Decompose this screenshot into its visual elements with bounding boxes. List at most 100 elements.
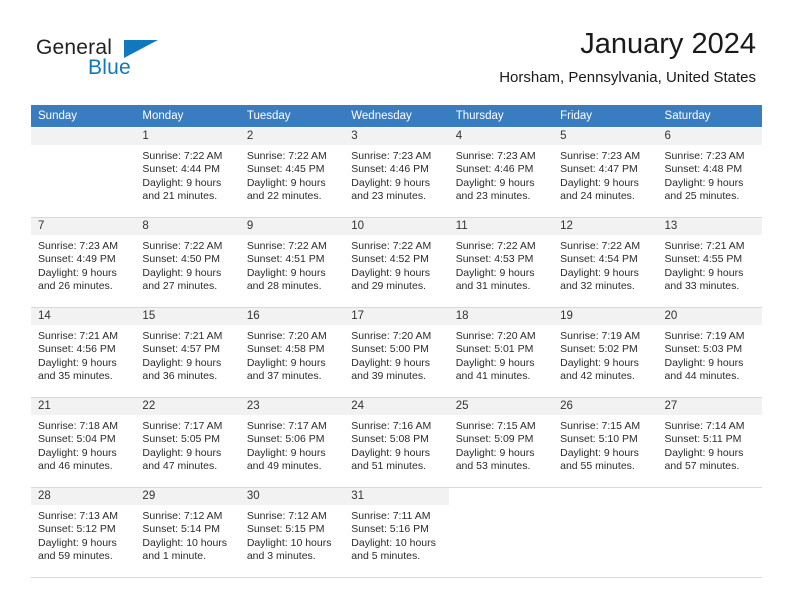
sunrise-text: Sunrise: 7:23 AM [455, 150, 536, 162]
calendar-cell-inner: 6 Sunrise: 7:23 AM Sunset: 4:48 PM Daylight… [657, 128, 762, 217]
calendar-day-cell[interactable]: 4 Sunrise: 7:23 AM Sunset: 4:46 PM Daylight… [448, 127, 554, 218]
daylight-text: Daylight: 9 hours and 37 minutes. [246, 356, 326, 383]
calendar-cell-inner: 9 Sunrise: 7:22 AM Sunset: 4:51 PM Daylight… [239, 218, 345, 307]
day-number: 7 [31, 218, 136, 235]
calendar-day-cell[interactable]: 27 Sunrise: 7:14 AM Sunset: 5:11 PM Dayligh… [657, 397, 762, 488]
calendar-day-cell[interactable]: 28 Sunrise: 7:13 AM Sunset: 5:12 PM Dayligh… [31, 487, 136, 578]
calendar-cell-inner: 11 Sunrise: 7:22 AM Sunset: 4:53 PM Dayligh… [448, 218, 554, 307]
calendar-day-cell[interactable]: 7 Sunrise: 7:23 AM Sunset: 4:49 PM Daylight… [31, 217, 136, 308]
daylight-text: Daylight: 9 hours and 22 minutes. [246, 176, 326, 203]
calendar-cell-inner: 24 Sunrise: 7:16 AM Sunset: 5:08 PM Dayligh… [344, 398, 449, 487]
sunrise-text: Sunrise: 7:18 AM [38, 420, 118, 432]
calendar-week-row: 14 Sunrise: 7:21 AM Sunset: 4:56 PM Dayligh… [31, 307, 762, 398]
calendar-day-cell[interactable]: 31 Sunrise: 7:11 AM Sunset: 5:16 PM Dayligh… [344, 487, 449, 578]
calendar-day-cell[interactable]: 14 Sunrise: 7:21 AM Sunset: 4:56 PM Dayligh… [31, 307, 136, 398]
day-number: 1 [135, 128, 240, 145]
calendar-cell-inner [553, 488, 657, 577]
daylight-text: Daylight: 9 hours and 44 minutes. [664, 356, 744, 383]
weekday-header-sunday: Sunday [31, 105, 136, 128]
daylight-text: Daylight: 10 hours and 5 minutes. [351, 536, 436, 563]
calendar-day-cell[interactable]: 3 Sunrise: 7:23 AM Sunset: 4:46 PM Daylight… [344, 127, 449, 218]
weekday-header-monday: Monday [135, 105, 240, 128]
calendar-day-cell[interactable]: 20 Sunrise: 7:19 AM Sunset: 5:03 PM Dayligh… [657, 307, 762, 398]
sunrise-text: Sunrise: 7:23 AM [351, 150, 432, 162]
day-details: Sunrise: 7:23 AM Sunset: 4:49 PM Daylight:… [31, 235, 135, 294]
calendar-cell-inner: 17 Sunrise: 7:20 AM Sunset: 5:00 PM Dayligh… [344, 308, 449, 397]
sunrise-text: Sunrise: 7:22 AM [560, 240, 641, 252]
daylight-text: Daylight: 9 hours and 36 minutes. [142, 356, 222, 383]
calendar-day-cell[interactable]: 19 Sunrise: 7:19 AM Sunset: 5:02 PM Dayligh… [553, 307, 658, 398]
sunrise-text: Sunrise: 7:21 AM [142, 330, 223, 342]
daylight-text: Daylight: 9 hours and 32 minutes. [560, 266, 639, 293]
calendar-cell-inner: 13 Sunrise: 7:21 AM Sunset: 4:55 PM Dayligh… [657, 218, 762, 307]
calendar-day-cell[interactable]: 15 Sunrise: 7:21 AM Sunset: 4:57 PM Dayligh… [135, 307, 240, 398]
day-details: Sunrise: 7:22 AM Sunset: 4:50 PM Daylight:… [135, 235, 239, 294]
sunset-text: Sunset: 4:47 PM [560, 163, 638, 176]
day-details: Sunrise: 7:16 AM Sunset: 5:08 PM Daylight:… [344, 415, 448, 474]
calendar-day-cell[interactable]: 12 Sunrise: 7:22 AM Sunset: 4:54 PM Dayligh… [553, 217, 658, 308]
calendar-day-cell[interactable]: 30 Sunrise: 7:12 AM Sunset: 5:15 PM Dayligh… [239, 487, 345, 578]
sunrise-text: Sunrise: 7:21 AM [664, 240, 745, 252]
sunset-text: Sunset: 5:09 PM [455, 433, 534, 446]
sunrise-text: Sunrise: 7:22 AM [246, 150, 327, 162]
calendar-cell-inner: 29 Sunrise: 7:12 AM Sunset: 5:14 PM Dayligh… [135, 488, 240, 577]
day-number: 26 [553, 398, 658, 415]
calendar-day-cell[interactable]: 17 Sunrise: 7:20 AM Sunset: 5:00 PM Dayligh… [344, 307, 449, 398]
day-number: 5 [553, 128, 658, 145]
calendar-day-cell[interactable]: 26 Sunrise: 7:15 AM Sunset: 5:10 PM Dayligh… [553, 397, 658, 488]
day-details: Sunrise: 7:11 AM Sunset: 5:16 PM Daylight:… [344, 505, 448, 564]
calendar-day-cell[interactable]: 23 Sunrise: 7:17 AM Sunset: 5:06 PM Dayligh… [239, 397, 345, 488]
daylight-text: Daylight: 9 hours and 27 minutes. [142, 266, 222, 293]
calendar-day-cell[interactable]: 9 Sunrise: 7:22 AM Sunset: 4:51 PM Daylight… [239, 217, 345, 308]
day-details: Sunrise: 7:22 AM Sunset: 4:54 PM Daylight:… [553, 235, 657, 294]
sunrise-text: Sunrise: 7:16 AM [351, 420, 432, 432]
calendar-cell-inner: 22 Sunrise: 7:17 AM Sunset: 5:05 PM Dayligh… [135, 398, 240, 487]
calendar-day-cell[interactable]: 13 Sunrise: 7:21 AM Sunset: 4:55 PM Dayligh… [657, 217, 762, 308]
calendar-day-cell[interactable]: 11 Sunrise: 7:22 AM Sunset: 4:53 PM Dayligh… [448, 217, 554, 308]
sunset-text: Sunset: 4:58 PM [246, 343, 325, 356]
day-details: Sunrise: 7:23 AM Sunset: 4:47 PM Daylight:… [553, 145, 657, 204]
weekday-header-friday: Friday [553, 105, 658, 128]
weekday-header-thursday: Thursday [448, 105, 554, 128]
sunset-text: Sunset: 5:15 PM [246, 523, 325, 536]
calendar-cell-inner: 1 Sunrise: 7:22 AM Sunset: 4:44 PM Daylight… [135, 128, 240, 217]
calendar-cell-empty [553, 487, 658, 578]
calendar-day-cell[interactable]: 21 Sunrise: 7:18 AM Sunset: 5:04 PM Dayligh… [31, 397, 136, 488]
day-number: 28 [31, 488, 136, 505]
calendar-day-cell[interactable]: 22 Sunrise: 7:17 AM Sunset: 5:05 PM Dayligh… [135, 397, 240, 488]
calendar-day-cell[interactable]: 6 Sunrise: 7:23 AM Sunset: 4:48 PM Daylight… [657, 127, 762, 218]
calendar-day-cell[interactable]: 29 Sunrise: 7:12 AM Sunset: 5:14 PM Dayligh… [135, 487, 240, 578]
day-details: Sunrise: 7:23 AM Sunset: 4:46 PM Daylight:… [344, 145, 448, 204]
calendar-day-cell[interactable]: 25 Sunrise: 7:15 AM Sunset: 5:09 PM Dayligh… [448, 397, 554, 488]
calendar-cell-inner: 31 Sunrise: 7:11 AM Sunset: 5:16 PM Dayligh… [344, 488, 449, 577]
calendar-day-cell[interactable]: 18 Sunrise: 7:20 AM Sunset: 5:01 PM Dayligh… [448, 307, 554, 398]
calendar-cell-inner: 10 Sunrise: 7:22 AM Sunset: 4:52 PM Dayligh… [344, 218, 449, 307]
day-details: Sunrise: 7:23 AM Sunset: 4:48 PM Daylight:… [658, 145, 762, 204]
calendar-day-cell[interactable]: 5 Sunrise: 7:23 AM Sunset: 4:47 PM Daylight… [553, 127, 658, 218]
calendar-day-cell[interactable]: 24 Sunrise: 7:16 AM Sunset: 5:08 PM Dayligh… [344, 397, 449, 488]
day-details: Sunrise: 7:21 AM Sunset: 4:56 PM Daylight:… [31, 325, 135, 384]
calendar-day-cell[interactable]: 8 Sunrise: 7:22 AM Sunset: 4:50 PM Daylight… [135, 217, 240, 308]
calendar-day-cell[interactable]: 2 Sunrise: 7:22 AM Sunset: 4:45 PM Daylight… [239, 127, 345, 218]
day-number: 24 [344, 398, 449, 415]
calendar-day-cell[interactable]: 16 Sunrise: 7:20 AM Sunset: 4:58 PM Dayligh… [239, 307, 345, 398]
sunset-text: Sunset: 4:52 PM [351, 253, 429, 266]
sunrise-text: Sunrise: 7:12 AM [246, 510, 327, 522]
calendar-cell-inner: 23 Sunrise: 7:17 AM Sunset: 5:06 PM Dayligh… [239, 398, 345, 487]
day-details: Sunrise: 7:15 AM Sunset: 5:10 PM Daylight:… [553, 415, 657, 474]
day-details: Sunrise: 7:19 AM Sunset: 5:02 PM Daylight:… [553, 325, 657, 384]
sunset-text: Sunset: 4:54 PM [560, 253, 638, 266]
calendar-cell-inner [658, 488, 762, 577]
day-details: Sunrise: 7:22 AM Sunset: 4:45 PM Daylight:… [240, 145, 344, 204]
day-number: 18 [448, 308, 554, 325]
sunset-text: Sunset: 4:53 PM [455, 253, 534, 266]
daylight-text: Daylight: 9 hours and 51 minutes. [351, 446, 431, 473]
calendar-day-cell[interactable]: 10 Sunrise: 7:22 AM Sunset: 4:52 PM Dayligh… [344, 217, 449, 308]
day-number: 29 [135, 488, 240, 505]
sunrise-text: Sunrise: 7:15 AM [455, 420, 536, 432]
calendar-cell-inner: 30 Sunrise: 7:12 AM Sunset: 5:15 PM Dayligh… [239, 488, 345, 577]
sunrise-text: Sunrise: 7:12 AM [142, 510, 223, 522]
daylight-text: Daylight: 9 hours and 21 minutes. [142, 176, 222, 203]
calendar-day-cell[interactable]: 1 Sunrise: 7:22 AM Sunset: 4:44 PM Daylight… [135, 127, 240, 218]
sunset-text: Sunset: 5:05 PM [142, 433, 221, 446]
